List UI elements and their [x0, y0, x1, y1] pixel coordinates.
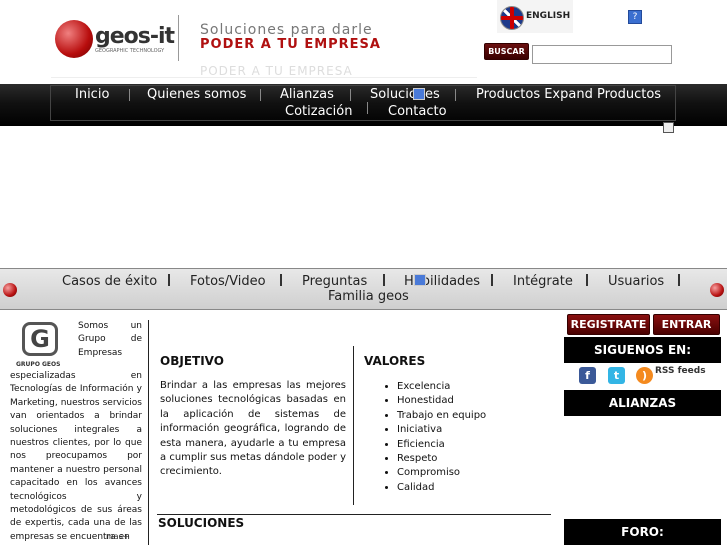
- scroll-right-orb-icon[interactable]: [710, 283, 724, 297]
- facebook-icon[interactable]: f: [579, 367, 596, 384]
- objetivo-text: Brindar a las empresas las mejores soluc…: [160, 380, 346, 478]
- middle-divider: [353, 346, 354, 505]
- sub-nav-familia-geos[interactable]: Familia geos: [328, 289, 409, 304]
- checkbox-icon[interactable]: [663, 122, 674, 133]
- nav-item-soluciones[interactable]: Soluciones: [370, 87, 440, 102]
- rss-label[interactable]: RSS feeds: [655, 366, 706, 376]
- rss-icon[interactable]: ): [636, 367, 653, 384]
- more-link[interactable]: mas+: [106, 532, 130, 541]
- about-section: G GRUPO GEOS Somos un Grupo de Empresas …: [10, 320, 142, 545]
- forum-title: FORO:: [564, 519, 721, 545]
- logo-text[interactable]: geos-it: [95, 24, 175, 49]
- twitter-icon[interactable]: t: [608, 367, 625, 384]
- nav-item-productos[interactable]: Productos Expand Productos: [476, 87, 661, 102]
- valores-item: Respeto: [397, 452, 486, 466]
- soluciones-rule: [157, 514, 551, 515]
- alliances-title: ALIANZAS: [564, 390, 721, 416]
- logo-globe-icon[interactable]: [55, 20, 93, 58]
- valores-item: Compromiso: [397, 466, 486, 480]
- soluciones-title: SOLUCIONES: [158, 516, 245, 530]
- nav-separator: [260, 89, 261, 101]
- nav-separator: [350, 89, 351, 101]
- search-input[interactable]: [532, 45, 672, 64]
- grupo-geos-letter: G: [22, 322, 58, 356]
- nav-separator: [455, 89, 456, 101]
- valores-list: Excelencia Honestidad Trabajo en equipo …: [381, 380, 486, 495]
- nav-item-cotizacion[interactable]: Cotización: [285, 104, 352, 119]
- sub-nav-separator: [586, 274, 588, 286]
- grupo-geos-logo: G GRUPO GEOS: [10, 320, 70, 368]
- slogan-reflection: PODER A TU EMPRESA: [200, 64, 353, 78]
- sub-nav-usuarios[interactable]: Usuarios: [608, 274, 664, 289]
- follow-us-title: SIGUENOS EN:: [564, 337, 721, 363]
- scroll-left-orb-icon[interactable]: [3, 283, 17, 297]
- nav-item-contacto[interactable]: Contacto: [388, 104, 447, 119]
- valores-item: Eficiencia: [397, 438, 486, 452]
- valores-item: Trabajo en equipo: [397, 409, 486, 423]
- sub-nav-separator: [168, 274, 170, 286]
- valores-item: Honestidad: [397, 394, 486, 408]
- expand-icon[interactable]: [414, 274, 426, 286]
- valores-item: Calidad: [397, 481, 486, 495]
- nav-item-quienes-somos[interactable]: Quienes somos: [147, 87, 246, 102]
- slogan-line-1: Soluciones para darle: [200, 22, 373, 38]
- sub-nav-preguntas[interactable]: Preguntas: [302, 274, 367, 289]
- sub-nav-integrate[interactable]: Intégrate: [513, 274, 573, 289]
- nav-item-inicio[interactable]: Inicio: [75, 87, 109, 102]
- help-icon[interactable]: ?: [628, 10, 642, 24]
- sub-nav-separator: [383, 274, 385, 286]
- register-button[interactable]: REGISTRATE: [567, 314, 650, 335]
- sub-nav-separator: [491, 274, 493, 286]
- valores-title: VALORES: [364, 354, 426, 368]
- uk-flag-icon[interactable]: [500, 6, 524, 30]
- login-button[interactable]: ENTRAR: [653, 314, 720, 335]
- left-divider: [148, 320, 149, 545]
- logo-divider: [178, 15, 179, 61]
- language-label[interactable]: ENGLISH: [526, 11, 570, 21]
- slogan-line-2: PODER A TU EMPRESA: [200, 37, 381, 52]
- logo-subtitle: GEOGRAPHIC TECHNOLOGY: [95, 48, 165, 54]
- valores-item: Iniciativa: [397, 423, 486, 437]
- objetivo-title: OBJETIVO: [160, 354, 224, 368]
- search-button[interactable]: BUSCAR: [484, 43, 529, 60]
- sub-nav-casos-de-exito[interactable]: Casos de éxito: [62, 274, 157, 289]
- sub-nav-separator: [280, 274, 282, 286]
- sub-nav-separator: [678, 274, 680, 286]
- nav-separator: [129, 89, 130, 101]
- nav-item-alianzas[interactable]: Alianzas: [280, 87, 334, 102]
- grupo-geos-caption: GRUPO GEOS: [16, 361, 61, 368]
- nav-separator: [367, 102, 368, 114]
- sub-nav-fotos-video[interactable]: Fotos/Video: [190, 274, 266, 289]
- expand-icon[interactable]: [413, 88, 425, 100]
- valores-item: Excelencia: [397, 380, 486, 394]
